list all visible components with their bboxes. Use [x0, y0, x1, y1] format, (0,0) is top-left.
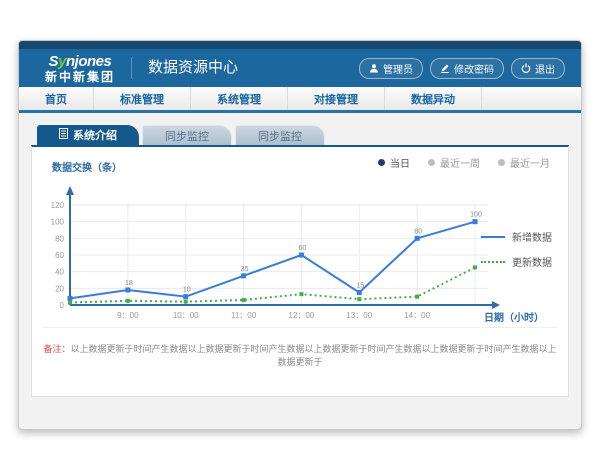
range-filter-group: 当日 最近一周 最近一月 — [378, 155, 550, 170]
filter-label: 当日 — [390, 155, 410, 170]
user-label: 管理员 — [383, 61, 413, 76]
svg-text:15: 15 — [356, 283, 364, 290]
filter-last-month[interactable]: 最近一月 — [498, 155, 550, 170]
svg-text:120: 120 — [51, 201, 65, 210]
logout-label: 退出 — [535, 61, 555, 76]
chart-panel: 当日 最近一周 最近一月 0 20 40 60 80 100 120 9：00 10：00 11：… — [31, 145, 569, 397]
filter-last-week[interactable]: 最近一周 — [428, 155, 480, 170]
svg-text:数据交换（条）: 数据交换（条） — [52, 161, 122, 174]
footnote: 备注：以上数据更新于时间产生数据以上数据更新于时间产生数据以上数据更新于时间产生… — [42, 327, 558, 368]
change-password-button[interactable]: 修改密码 — [430, 58, 504, 79]
filter-today[interactable]: 当日 — [378, 155, 410, 170]
power-icon — [521, 63, 531, 73]
svg-text:20: 20 — [55, 284, 64, 293]
header-actions: 管理员 修改密码 退出 — [359, 58, 565, 79]
edit-icon — [440, 63, 450, 73]
svg-text:日期（小时）: 日期（小时） — [484, 311, 544, 324]
tab-label: 同步监控 — [165, 128, 209, 144]
tab-sync-monitor-1[interactable]: 同步监控 — [142, 125, 232, 145]
tab-bar: 系统介绍 同步监控 同步监控 — [37, 125, 569, 145]
tab-label: 系统介绍 — [73, 127, 117, 143]
dotted-line-icon — [481, 261, 505, 263]
content-area: 系统介绍 同步监控 同步监控 当日 最近一周 — [19, 113, 581, 397]
page-title: 数据资源中心 — [131, 57, 238, 79]
chart-legend: 新增数据 更新数据 — [481, 229, 552, 269]
company-logo: Synjones 新中新集团 — [45, 54, 115, 83]
main-nav: 首页 标准管理 系统管理 对接管理 数据异动 — [19, 87, 581, 113]
radio-dot-icon — [378, 159, 385, 166]
legend-label: 新增数据 — [512, 229, 552, 244]
app-window: Synjones 新中新集团 数据资源中心 管理员 修改密码 退出 — [18, 40, 582, 430]
footnote-prefix: 备注： — [43, 344, 70, 354]
logo-brand-text: Synjones — [49, 54, 112, 69]
svg-text:12：00: 12：00 — [289, 311, 315, 320]
user-button[interactable]: 管理员 — [359, 58, 423, 79]
radio-dot-icon — [498, 159, 505, 166]
svg-text:40: 40 — [55, 268, 64, 277]
logo-company-name: 新中新集团 — [45, 71, 115, 83]
svg-text:9：00: 9：00 — [117, 311, 139, 320]
svg-text:11：00: 11：00 — [231, 311, 257, 320]
svg-text:0: 0 — [60, 301, 65, 310]
radio-dot-icon — [428, 159, 435, 166]
svg-text:10：00: 10：00 — [173, 311, 199, 320]
svg-text:35: 35 — [241, 266, 249, 273]
header-top-strip — [19, 41, 581, 49]
tab-label: 同步监控 — [258, 128, 302, 144]
document-icon — [59, 128, 68, 142]
solid-line-icon — [481, 236, 505, 238]
filter-label: 最近一月 — [510, 155, 550, 170]
svg-text:13：00: 13：00 — [346, 311, 372, 320]
nav-item-integration-mgmt[interactable]: 对接管理 — [288, 87, 385, 110]
app-header: Synjones 新中新集团 数据资源中心 管理员 修改密码 退出 — [19, 49, 581, 87]
svg-text:80: 80 — [414, 228, 422, 235]
nav-item-system-mgmt[interactable]: 系统管理 — [191, 87, 288, 110]
change-password-label: 修改密码 — [454, 61, 494, 76]
tab-system-intro[interactable]: 系统介绍 — [37, 125, 139, 145]
nav-item-home[interactable]: 首页 — [19, 87, 94, 110]
svg-text:10: 10 — [183, 287, 191, 294]
svg-text:60: 60 — [55, 251, 64, 260]
legend-label: 更新数据 — [512, 254, 552, 269]
tab-sync-monitor-2[interactable]: 同步监控 — [235, 125, 325, 145]
svg-text:100: 100 — [51, 218, 65, 227]
nav-item-standard-mgmt[interactable]: 标准管理 — [94, 87, 191, 110]
svg-text:14：00: 14：00 — [404, 311, 430, 320]
svg-text:60: 60 — [299, 245, 307, 252]
svg-text:100: 100 — [470, 212, 482, 219]
legend-item-new-data[interactable]: 新增数据 — [481, 229, 552, 244]
logout-button[interactable]: 退出 — [511, 58, 565, 79]
svg-text:18: 18 — [125, 280, 133, 287]
footnote-text: 以上数据更新于时间产生数据以上数据更新于时间产生数据以上数据更新于时间产生数据以… — [71, 344, 557, 367]
svg-text:80: 80 — [55, 234, 64, 243]
filter-label: 最近一周 — [440, 155, 480, 170]
legend-item-updated-data[interactable]: 更新数据 — [481, 254, 552, 269]
nav-item-data-change[interactable]: 数据异动 — [385, 87, 482, 110]
user-icon — [369, 63, 379, 73]
